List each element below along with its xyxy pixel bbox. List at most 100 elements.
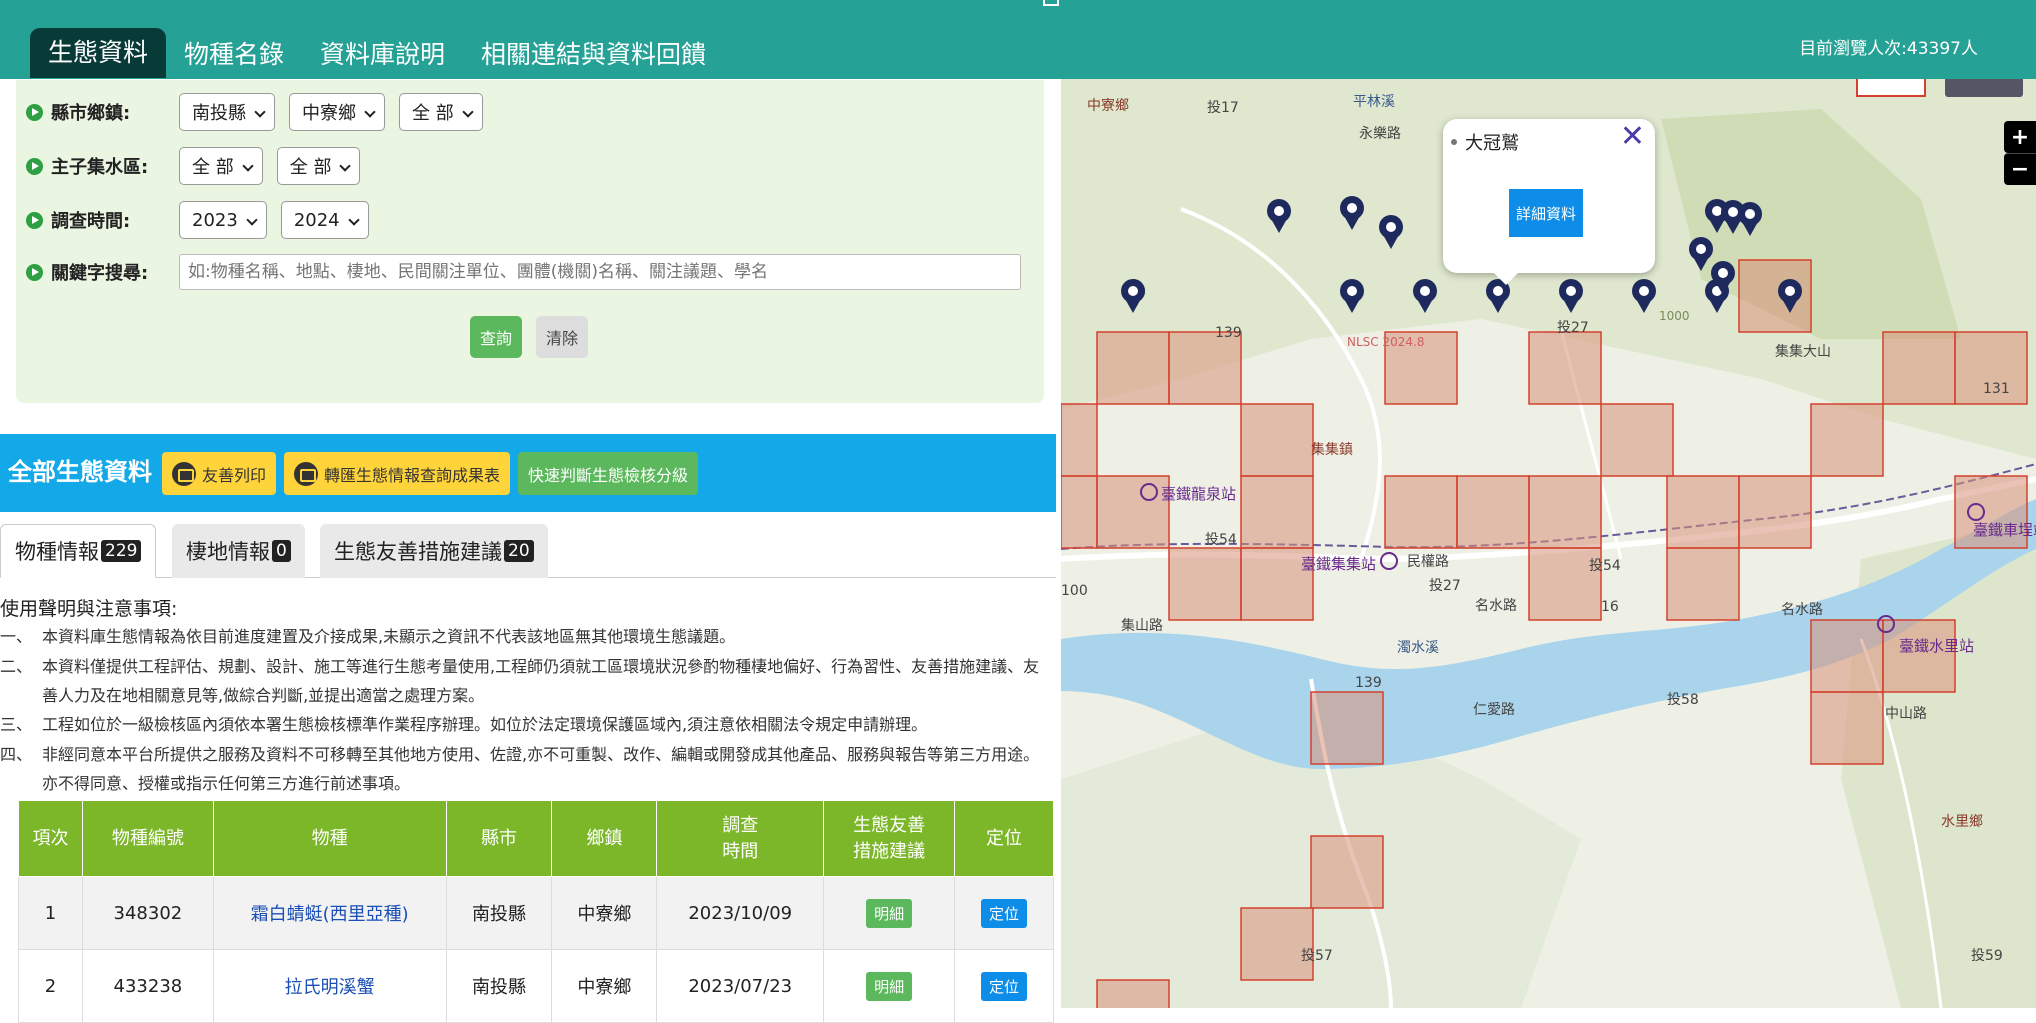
grid-cell[interactable] <box>1240 403 1314 477</box>
map-view[interactable]: 中寮鄉 投17 平林溪 永樂路 139 NLSC 2024.8 投27 集集大山… <box>1061 79 2036 1008</box>
detail-button[interactable]: 明細 <box>866 898 913 928</box>
table-row: 2 433238 拉氏明溪蟹 南投縣 中寮鄉 2023/07/23 明細 定位 <box>18 949 1054 1023</box>
locate-button[interactable]: 定位 <box>981 898 1028 928</box>
export-results-button[interactable]: 轉匯生態情報查詢成果表 <box>284 452 511 495</box>
popup-tail <box>1492 271 1520 285</box>
map-label-route-100: 100 <box>1061 583 1088 599</box>
close-icon[interactable]: ✕ <box>1620 119 1645 154</box>
time-from-select[interactable]: 2023 <box>179 201 267 239</box>
species-table: 項次 物種編號 物種 縣市 鄉鎮 調查 時間 生態友善 措施建議 定位 1 34… <box>18 800 1054 1023</box>
cell-locate: 定位 <box>954 876 1054 950</box>
grid-cell[interactable] <box>1456 475 1530 549</box>
grid-cell[interactable] <box>1096 979 1170 1008</box>
grid-cell[interactable] <box>1240 907 1314 981</box>
grid-cell[interactable] <box>1310 835 1384 909</box>
quick-grade-button[interactable]: 快速判斷生態檢核分級 <box>518 452 699 495</box>
basin-row: 主子集水區: 全 部 全 部 <box>26 147 374 185</box>
map-label-yongle-road: 永樂路 <box>1359 126 1401 142</box>
township-select[interactable]: 中寮鄉 <box>289 93 385 131</box>
basin-sub-select[interactable]: 全 部 <box>276 147 361 185</box>
map-label-road: 投17 <box>1207 100 1239 116</box>
tab-species-intel[interactable]: 物種情報 229 <box>0 524 157 578</box>
query-button[interactable]: 查詢 <box>470 316 522 358</box>
result-tabs: 物種情報 229 棲地情報 0 生態友善措施建議 20 <box>0 522 1056 578</box>
grid-cell[interactable] <box>1528 331 1602 405</box>
search-panel: 縣市鄉鎮: 南投縣 中寮鄉 全 部 主子集水區: 全 部 全 部 調查時間: 2… <box>16 80 1044 403</box>
grid-cell[interactable] <box>1666 547 1740 621</box>
zoom-out-button[interactable]: − <box>2004 153 2036 185</box>
zoom-in-button[interactable]: + <box>2004 121 2036 153</box>
friendly-print-button[interactable]: 友善列印 <box>162 452 277 495</box>
grid-cell[interactable] <box>1310 691 1384 765</box>
nav-tab-species-list[interactable]: 物種名錄 <box>166 38 302 78</box>
notice-text: 本資料庫生態情報為依目前進度建置及介接成果,未顯示之資訊不代表該地區無其他環境生… <box>42 627 736 646</box>
species-link[interactable]: 拉氏明溪蟹 <box>285 977 375 998</box>
map-label-zhuoshui-river: 濁水溪 <box>1397 640 1439 656</box>
col-header-county: 縣市 <box>445 800 553 877</box>
grid-cell[interactable] <box>1061 475 1098 549</box>
detail-button[interactable]: 明細 <box>866 971 913 1001</box>
tab-label: 棲地情報 <box>186 540 270 564</box>
map-label-checheng-station: 臺鐵車埕站 <box>1973 521 2036 539</box>
grid-cell[interactable] <box>1168 331 1242 405</box>
layer-thumbnail[interactable] <box>1856 79 1926 97</box>
notice-title: 使用聲明與注意事項: <box>0 598 178 620</box>
map-label-zhongliao: 中寮鄉 <box>1087 98 1129 114</box>
map-label-road: 投59 <box>1971 948 2003 964</box>
map-label-shuili-township: 水里鄉 <box>1941 814 1983 830</box>
county-select[interactable]: 南投縣 <box>179 93 275 131</box>
notice-text: 非經同意本平台所提供之服務及資料不可移轉至其他地方使用、佐證,亦不可重製、改作、… <box>42 745 1040 793</box>
grid-cell[interactable] <box>1096 475 1170 549</box>
tab-habitat-intel[interactable]: 棲地情報 0 <box>172 524 305 578</box>
grid-cell[interactable] <box>1810 403 1884 477</box>
visitor-counter: 目前瀏覽人次:43397人 <box>1799 39 1978 59</box>
tab-label: 生態友善措施建議 <box>334 540 502 564</box>
map-label-zhongshan-road: 中山路 <box>1885 706 1927 722</box>
bullet-dot <box>1451 139 1457 145</box>
keyword-row: 關鍵字搜尋: <box>26 254 1021 290</box>
tab-label: 物種情報 <box>15 540 99 564</box>
col-header-species: 物種 <box>212 800 447 877</box>
village-select[interactable]: 全 部 <box>399 93 483 131</box>
nav-tab-links-feedback[interactable]: 相關連結與資料回饋 <box>463 38 724 78</box>
export-results-label: 轉匯生態情報查詢成果表 <box>324 465 501 485</box>
table-header-row: 項次 物種編號 物種 縣市 鄉鎮 調查 時間 生態友善 措施建議 定位 <box>18 800 1054 877</box>
notice-item: 四、 非經同意本平台所提供之服務及資料不可移轉至其他地方使用、佐證,亦不可重製、… <box>0 740 1045 798</box>
play-bullet-icon <box>26 103 43 121</box>
map-label-jiji-town: 集集鎮 <box>1311 442 1353 458</box>
grid-cell[interactable] <box>1666 475 1740 549</box>
nav-tab-database-info[interactable]: 資料庫說明 <box>302 38 463 78</box>
time-to-select[interactable]: 2024 <box>280 201 369 239</box>
chevron-down-icon[interactable] <box>1043 0 1059 6</box>
grid-cell[interactable] <box>1168 547 1242 621</box>
notice-number: 二、 <box>0 657 33 676</box>
grid-cell[interactable] <box>1240 475 1314 549</box>
map-label-road: 投27 <box>1429 578 1461 594</box>
grid-cell[interactable] <box>1528 475 1602 549</box>
species-link[interactable]: 霜白蜻蜓(西里亞種) <box>251 904 409 925</box>
basin-main-select[interactable]: 全 部 <box>179 147 263 185</box>
notice-text: 本資料僅提供工程評估、規劃、設計、施工等進行生態考量使用,工程師仍須就工區環境狀… <box>42 657 1040 705</box>
print-icon <box>172 461 196 486</box>
cell-species: 拉氏明溪蟹 <box>212 949 447 1023</box>
notice-number: 一、 <box>0 627 33 646</box>
locate-button[interactable]: 定位 <box>981 971 1028 1001</box>
grid-cell[interactable] <box>1882 331 1956 405</box>
grid-cell[interactable] <box>1096 331 1170 405</box>
tab-friendly-measures[interactable]: 生態友善措施建議 20 <box>320 524 548 578</box>
keyword-search-input[interactable] <box>179 254 1021 290</box>
basin-label: 主子集水區: <box>51 157 149 178</box>
grid-cell[interactable] <box>1810 619 1884 693</box>
popup-detail-button[interactable]: 詳細資料 <box>1509 189 1583 237</box>
clear-button[interactable]: 清除 <box>536 316 588 358</box>
grid-cell[interactable] <box>1810 691 1884 765</box>
nav-tab-ecology-data[interactable]: 生態資料 <box>30 28 167 78</box>
basemap-thumbnail[interactable] <box>1945 79 2023 97</box>
grid-cell[interactable] <box>1738 475 1812 549</box>
cell-county: 南投縣 <box>445 876 553 950</box>
map-label-nlsc: NLSC 2024.8 <box>1347 335 1425 349</box>
grid-cell[interactable] <box>1384 475 1458 549</box>
grid-cell[interactable] <box>1882 619 1956 693</box>
grid-cell[interactable] <box>1061 403 1098 477</box>
grid-cell[interactable] <box>1600 403 1674 477</box>
